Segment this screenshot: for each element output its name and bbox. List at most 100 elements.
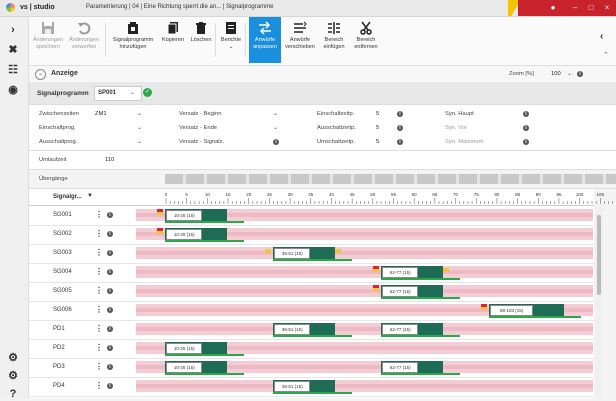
info-icon[interactable]: i (107, 269, 113, 275)
info-icon[interactable]: i (523, 139, 529, 145)
chevron-left-icon[interactable]: ‹ (600, 31, 603, 42)
umlaufzeit-value[interactable]: 110 (105, 157, 114, 163)
timeline-track[interactable]: 62-77 (15) (136, 266, 593, 280)
more-icon[interactable]: ⋮ (95, 324, 103, 333)
chevron-down-icon[interactable]: ⌄ (137, 138, 142, 145)
signal-program-select[interactable]: SP001 ⌄ (94, 86, 142, 101)
more-icon[interactable]: ⋮ (95, 362, 103, 371)
adjust-button[interactable]: Anwürfe anpassen (249, 17, 281, 63)
more-icon[interactable]: ⋮ (95, 267, 103, 276)
zoom-select[interactable]: 100 (551, 71, 561, 77)
more-icon[interactable]: ⋮ (95, 286, 103, 295)
chevron-down-icon[interactable]: ⌄ (137, 124, 142, 131)
close-icon[interactable]: × (600, 2, 614, 14)
move-button[interactable]: Anwürfe verschieben (283, 17, 317, 63)
green-phase-line (381, 335, 461, 337)
table-row[interactable]: SG002 ⋮ i 10-25 (15) (29, 225, 594, 245)
info-icon[interactable]: i (107, 307, 113, 313)
help-icon[interactable]: ? (6, 387, 20, 401)
timeline-track[interactable]: 10-25 (15) (136, 228, 593, 242)
table-row[interactable]: SG004 ⋮ i 62-77 (15) (29, 263, 594, 283)
table-row[interactable]: PD1 ⋮ i 36-51 (15) 62-77 (15) (29, 320, 594, 340)
table-row[interactable]: PD3 ⋮ i 10-25 (15) 62-77 (15) (29, 358, 594, 378)
user-icon[interactable]: ● (546, 2, 560, 14)
info-icon[interactable]: i (577, 71, 583, 77)
einschaltzeitp-value[interactable]: 5 (376, 111, 379, 117)
info-icon[interactable]: i (107, 326, 113, 332)
info-icon[interactable]: i (107, 212, 113, 218)
timeline-track[interactable]: 88-103 (15) (136, 304, 593, 318)
insert-range-button[interactable]: Bereich einfügen (319, 17, 349, 63)
ausschaltzeitp-value[interactable]: 5 (376, 125, 379, 131)
signal-group-name: PD1 (53, 326, 65, 332)
move-label: Anwürfe verschieben (285, 37, 315, 50)
info-icon[interactable]: i (107, 288, 113, 294)
timeline-track[interactable]: 10-25 (15) 62-77 (15) (136, 361, 593, 375)
filter-icon[interactable]: ▼ (87, 193, 93, 199)
timeline-track[interactable]: 36-51 (15) 62-77 (15) (136, 323, 593, 337)
green-phase-label: 10-25 (15) (166, 210, 203, 221)
collapse-ribbon-icon[interactable]: ⌃ (603, 51, 609, 59)
table-row[interactable]: PD4 ⋮ i 36-51 (15) (29, 377, 594, 397)
timeline-track[interactable]: 36-51 (15) (136, 247, 593, 261)
info-icon[interactable]: i (523, 111, 529, 117)
maximize-icon[interactable]: □ (584, 2, 598, 14)
more-icon[interactable]: ⋮ (95, 210, 103, 219)
info-icon[interactable]: i (107, 250, 113, 256)
chevron-down-icon[interactable]: ⌄ (567, 70, 572, 77)
gear-icon[interactable]: ⚙ (6, 351, 20, 365)
check-icon[interactable]: ✓ (143, 88, 152, 97)
timeline-track[interactable]: 10-25 (15) (136, 342, 593, 356)
network-icon[interactable]: ☷ (6, 63, 20, 77)
traffic-light-icon[interactable]: ◉ (6, 83, 20, 97)
more-icon[interactable]: ⋮ (95, 229, 103, 238)
einschaltzeitp-label: Einschaltzeitp. (317, 111, 355, 117)
info-icon[interactable]: i (397, 111, 403, 117)
zwischenzeiten-select[interactable]: ZM1 (95, 111, 107, 117)
table-row[interactable]: SG003 ⋮ i 36-51 (15) (29, 244, 594, 264)
crossing-icon[interactable]: ✖ (6, 43, 20, 57)
axis-tick-label: 90 (536, 192, 542, 197)
remove-range-button[interactable]: Bereich entfernen (351, 17, 381, 63)
info-icon[interactable]: i (107, 345, 113, 351)
discard-button[interactable]: Änderungen verwerfen (67, 17, 101, 63)
chevron-right-icon[interactable]: › (6, 23, 20, 37)
uebergaenge-track (165, 174, 616, 184)
time-axis: 0 5 10 15 20 25 30 35 40 45 50 55 60 65 70 75 80 85 90 95 10… (165, 192, 613, 204)
chevron-down-icon[interactable]: ⌄ (35, 69, 46, 80)
info-icon[interactable]: i (273, 139, 279, 145)
table-row[interactable]: SG006 ⋮ i 88-103 (15) (29, 301, 594, 321)
chevron-down-icon[interactable]: ⌄ (273, 124, 278, 131)
chevron-down-icon[interactable]: ⌄ (137, 110, 142, 117)
info-icon[interactable]: i (107, 364, 113, 370)
timeline-track[interactable]: 62-77 (15) (136, 285, 593, 299)
add-program-button[interactable]: Signalprogramm hinzufügen (109, 17, 157, 63)
syn-vor-label: Syn. Vor (445, 125, 467, 131)
settings-alt-icon[interactable]: ⚙ (6, 369, 20, 383)
table-row[interactable]: PD2 ⋮ i 10-25 (15) (29, 339, 594, 359)
minimize-icon[interactable]: – (568, 2, 582, 14)
info-icon[interactable]: i (397, 139, 403, 145)
timeline-track[interactable]: 10-25 (15) (136, 209, 593, 223)
info-icon[interactable]: i (107, 383, 113, 389)
table-row[interactable]: SG005 ⋮ i 62-77 (15) (29, 282, 594, 302)
table-row[interactable]: SG001 ⋮ i 10-25 (15) (29, 206, 594, 226)
timeline-track[interactable]: 36-51 (15) (136, 380, 593, 394)
green-phase-line (165, 373, 244, 375)
more-icon[interactable]: ⋮ (95, 305, 103, 314)
scrollbar-thumb[interactable] (597, 215, 601, 295)
umlaufzeit-label: Umlaufzeit (39, 157, 67, 163)
more-icon[interactable]: ⋮ (95, 248, 103, 257)
info-icon[interactable]: i (107, 231, 113, 237)
more-icon[interactable]: ⋮ (95, 343, 103, 352)
copy-button[interactable]: Kopieren (159, 17, 187, 63)
report-icon (226, 22, 236, 34)
info-icon[interactable]: i (523, 125, 529, 131)
reports-button[interactable]: Berichte ⌄ (219, 17, 243, 63)
more-icon[interactable]: ⋮ (95, 381, 103, 390)
chevron-down-icon[interactable]: ⌄ (273, 110, 278, 117)
delete-button[interactable]: Löschen (189, 17, 213, 63)
save-button[interactable]: Änderungen speichern (31, 17, 65, 63)
umschaltzeitp-value[interactable]: 5 (376, 139, 379, 145)
info-icon[interactable]: i (397, 125, 403, 131)
